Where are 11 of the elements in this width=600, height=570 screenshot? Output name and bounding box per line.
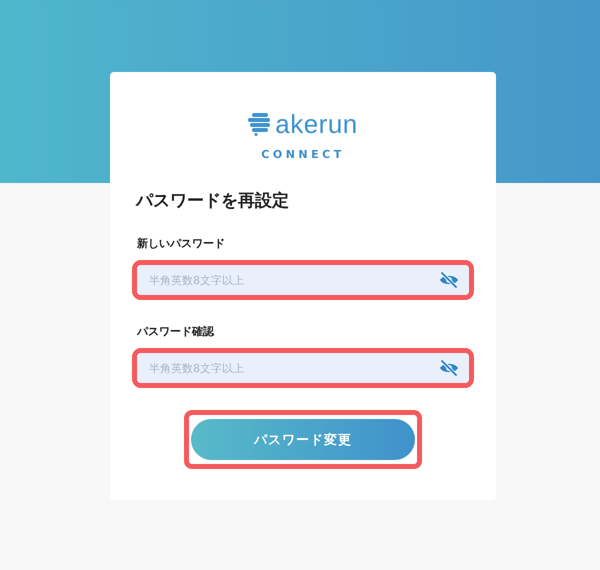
- field-label: 新しいパスワード: [137, 236, 226, 251]
- logo-icon: [248, 112, 272, 136]
- password-field[interactable]: 半角英数8文字以上: [137, 265, 469, 295]
- logo-wordmark: akerun: [275, 110, 358, 138]
- eye-slash-icon[interactable]: [439, 360, 459, 376]
- field-label: パスワード確認: [137, 324, 216, 339]
- page-title: パスワードを再設定: [136, 190, 290, 212]
- change-password-button[interactable]: パスワード変更: [191, 419, 415, 460]
- logo-subtitle: CONNECT: [261, 148, 345, 161]
- password-field[interactable]: 半角英数8文字以上: [137, 353, 469, 383]
- eye-slash-icon[interactable]: [439, 272, 459, 288]
